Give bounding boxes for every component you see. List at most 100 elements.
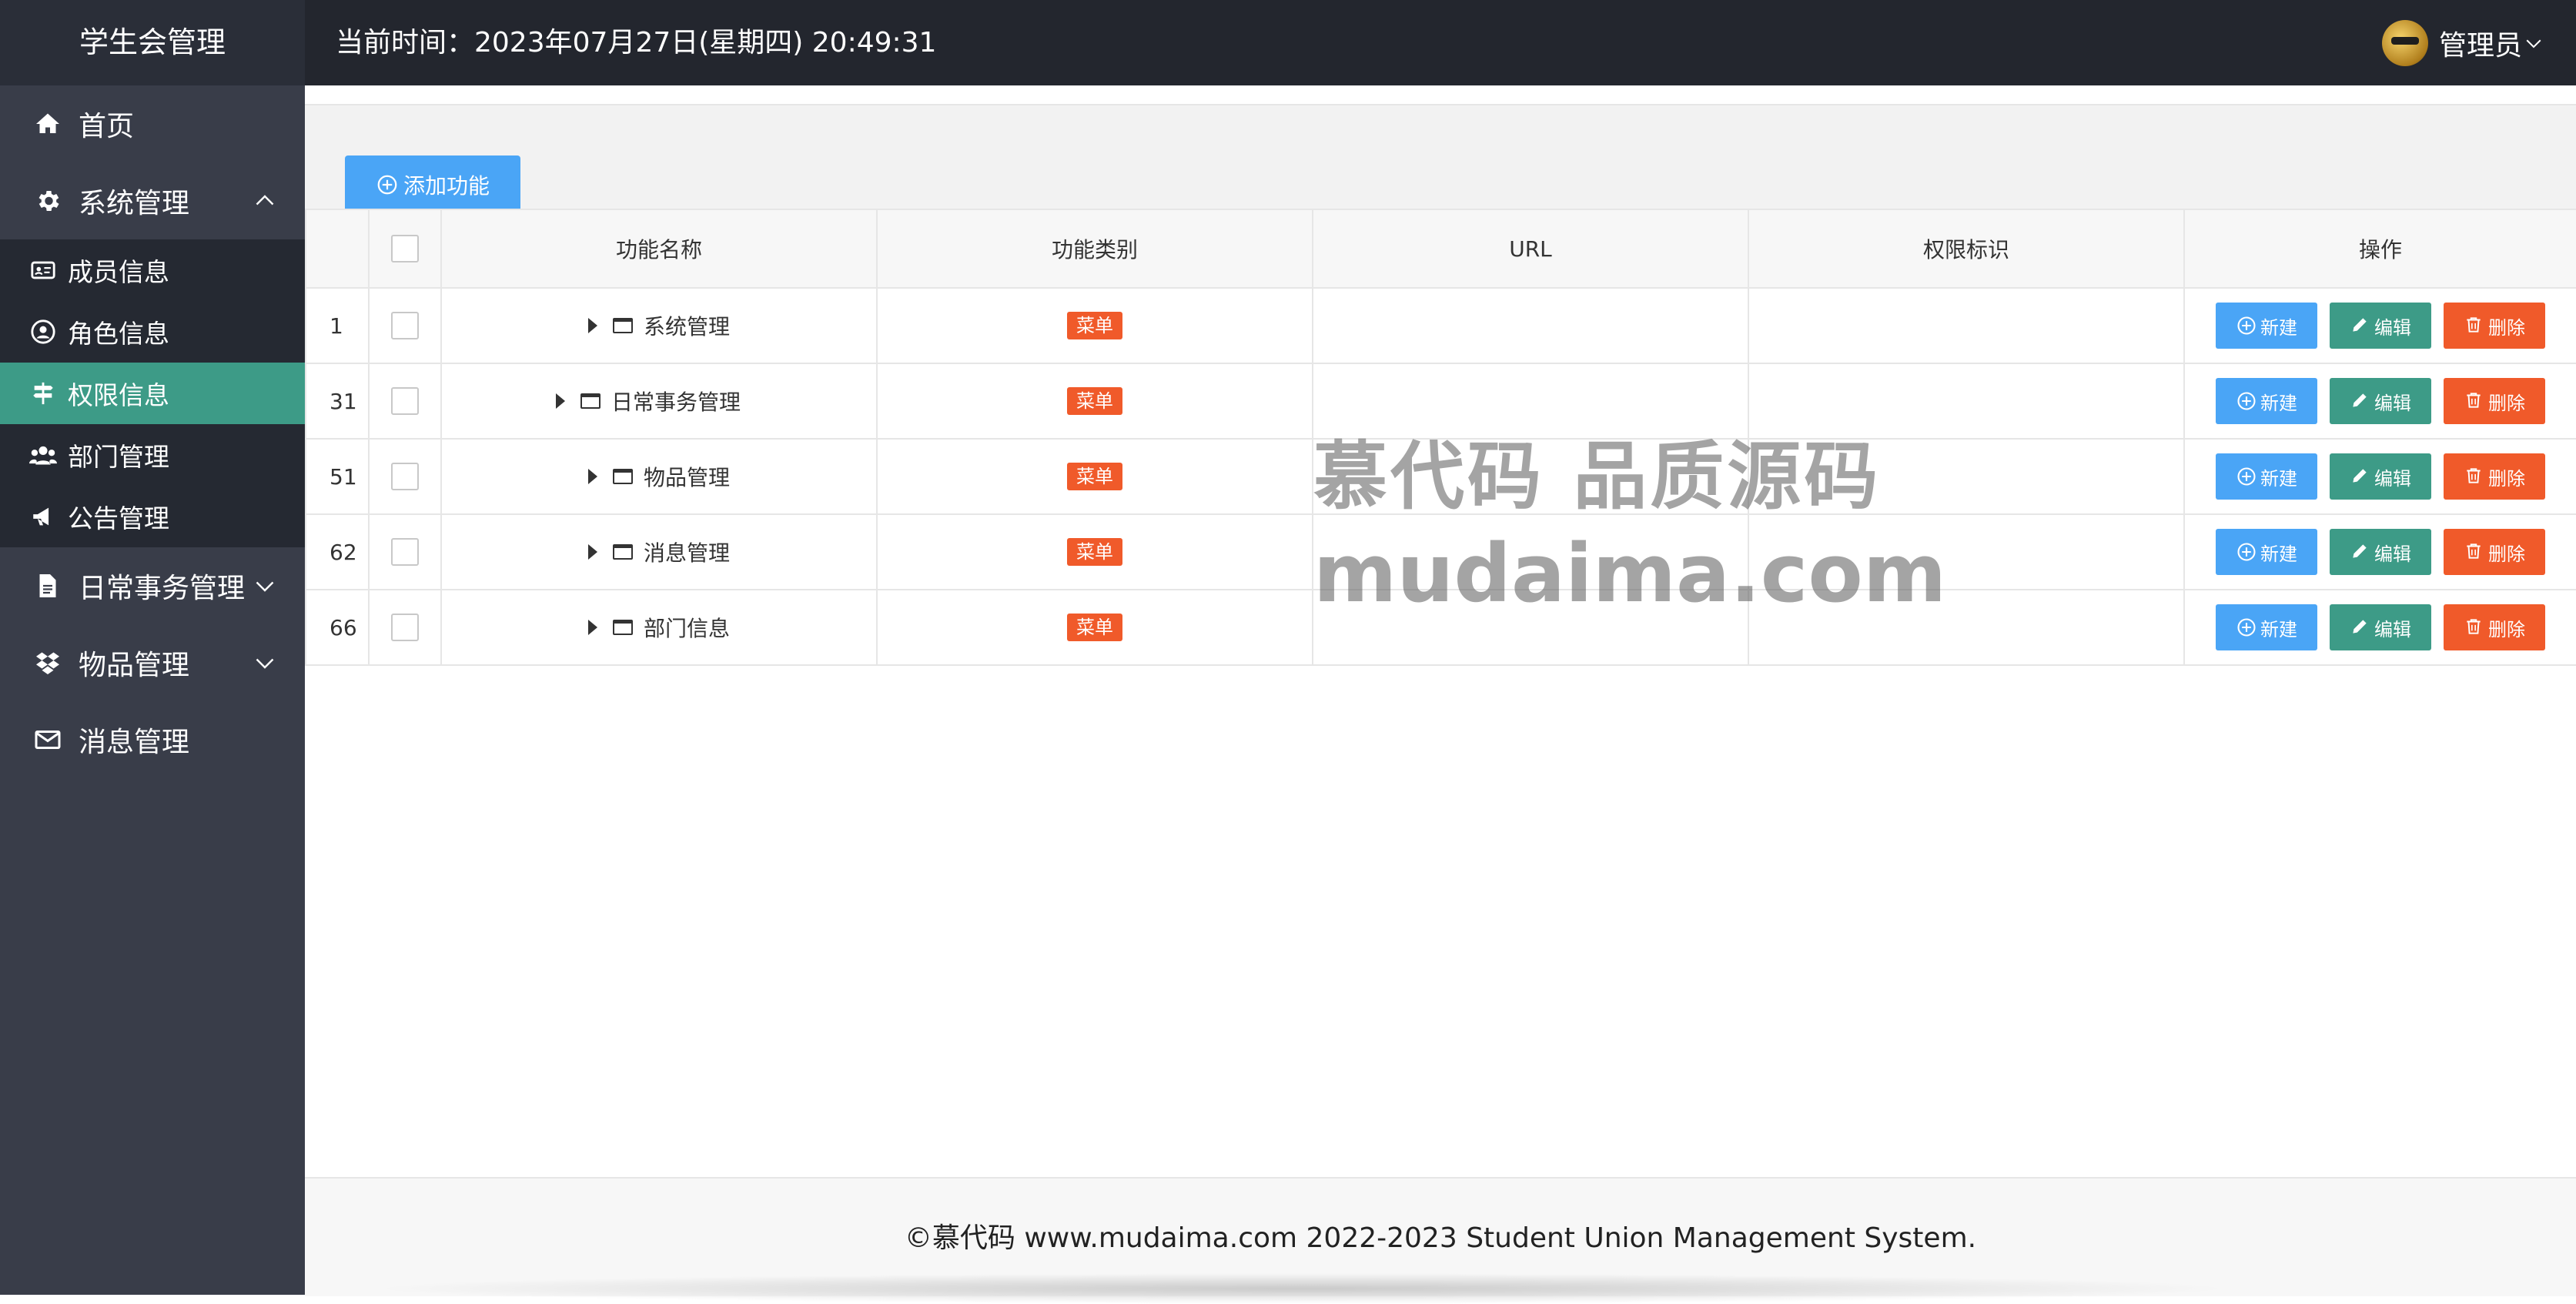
row-name: 日常事务管理	[611, 390, 741, 415]
delete-button[interactable]: 删除	[2444, 303, 2545, 349]
sidebar-item-home[interactable]: 首页	[0, 85, 305, 162]
footer-text: ©慕代码 www.mudaima.com 2022-2023 Student U…	[904, 1222, 1977, 1254]
row-checkbox[interactable]	[391, 463, 419, 490]
row-url	[1312, 287, 1749, 364]
row-name: 部门信息	[643, 616, 730, 641]
new-label: 新建	[2260, 618, 2297, 640]
caret-right-icon[interactable]	[587, 469, 597, 484]
row-name: 物品管理	[643, 465, 730, 490]
sidebar-item-label: 公告管理	[68, 503, 169, 533]
row-actions: 新建 编辑 删除	[2183, 513, 2576, 590]
caret-right-icon[interactable]	[587, 544, 597, 560]
trash-icon	[2464, 315, 2485, 336]
permissions-table: 功能名称 功能类别 URL 权限标识 操作 1 系统管理 菜单 新建 编辑 删除 31 日常事…	[305, 209, 2576, 666]
chevron-down-icon	[2526, 39, 2541, 48]
new-label: 新建	[2260, 316, 2297, 339]
sidebar-item-system[interactable]: 系统管理	[0, 162, 305, 239]
new-button[interactable]: 新建	[2216, 529, 2317, 575]
row-url	[1312, 589, 1749, 666]
row-name-cell: 部门信息	[440, 589, 878, 666]
type-badge: 菜单	[1067, 463, 1122, 490]
user-menu[interactable]: 管理员	[2381, 0, 2545, 85]
window-icon	[612, 620, 633, 635]
pencil-icon	[2350, 541, 2371, 563]
row-permission	[1748, 287, 2185, 364]
row-checkbox[interactable]	[391, 387, 419, 415]
type-badge: 菜单	[1067, 387, 1122, 415]
trash-icon	[2464, 390, 2485, 412]
row-url	[1312, 363, 1749, 440]
delete-label: 删除	[2488, 467, 2525, 490]
new-label: 新建	[2260, 467, 2297, 490]
app-brand: 学生会管理	[0, 0, 305, 85]
sidebar-submenu-system: 成员信息 角色信息 权限信息 部门管理 公告管理	[0, 239, 305, 547]
row-name-cell: 日常事务管理	[440, 363, 878, 440]
row-select-cell	[368, 287, 442, 364]
window-icon	[612, 544, 633, 560]
sidebar-item-label: 部门管理	[68, 442, 169, 472]
edit-button[interactable]: 编辑	[2330, 303, 2431, 349]
edit-label: 编辑	[2374, 316, 2411, 339]
row-type-cell: 菜单	[876, 438, 1313, 515]
edit-button[interactable]: 编辑	[2330, 529, 2431, 575]
chevron-down-icon	[256, 581, 274, 592]
plus-circle-icon	[376, 173, 399, 196]
row-name-cell: 物品管理	[440, 438, 878, 515]
type-badge: 菜单	[1067, 312, 1122, 339]
sidebar-item-permissions[interactable]: 权限信息	[0, 363, 305, 424]
delete-button[interactable]: 删除	[2444, 604, 2545, 650]
new-button[interactable]: 新建	[2216, 604, 2317, 650]
delete-button[interactable]: 删除	[2444, 453, 2545, 500]
window-icon	[580, 393, 601, 409]
row-name: 系统管理	[643, 314, 730, 339]
plus-circle-icon	[2236, 466, 2257, 487]
delete-button[interactable]: 删除	[2444, 529, 2545, 575]
edit-button[interactable]: 编辑	[2330, 378, 2431, 424]
row-actions: 新建 编辑 删除	[2183, 438, 2576, 515]
row-checkbox[interactable]	[391, 614, 419, 641]
new-button[interactable]: 新建	[2216, 453, 2317, 500]
new-button[interactable]: 新建	[2216, 303, 2317, 349]
sidebar-item-members[interactable]: 成员信息	[0, 239, 305, 301]
sidebar-item-messages[interactable]: 消息管理	[0, 701, 305, 778]
add-function-label: 添加功能	[403, 173, 490, 199]
trash-icon	[2464, 466, 2485, 487]
edit-label: 编辑	[2374, 392, 2411, 414]
row-name-cell: 系统管理	[440, 287, 878, 364]
envelope-icon	[31, 723, 65, 757]
sidebar-item-label: 权限信息	[68, 380, 169, 410]
top-header: 当前时间：2023年07月27日(星期四) 20:49:31 管理员	[305, 0, 2576, 85]
row-checkbox[interactable]	[391, 312, 419, 339]
users-icon	[28, 440, 59, 470]
row-permission	[1748, 513, 2185, 590]
caret-right-icon[interactable]	[587, 620, 597, 635]
row-select-cell	[368, 363, 442, 440]
sidebar-item-roles[interactable]: 角色信息	[0, 301, 305, 363]
sidebar-item-notices[interactable]: 公告管理	[0, 486, 305, 547]
select-all-checkbox[interactable]	[391, 235, 419, 262]
sidebar-item-label: 日常事务管理	[79, 573, 246, 604]
delete-button[interactable]: 删除	[2444, 378, 2545, 424]
plus-circle-icon	[2236, 617, 2257, 638]
sidebar-item-label: 系统管理	[79, 188, 190, 219]
caret-right-icon[interactable]	[587, 318, 597, 333]
pencil-icon	[2350, 315, 2371, 336]
pencil-icon	[2350, 466, 2371, 487]
sidebar-item-departments[interactable]: 部门管理	[0, 424, 305, 486]
sidebar-item-items[interactable]: 物品管理	[0, 624, 305, 701]
footer-shadow	[366, 1273, 2237, 1304]
add-function-button[interactable]: 添加功能	[345, 155, 520, 214]
sidebar-item-daily-affairs[interactable]: 日常事务管理	[0, 547, 305, 624]
column-header-name: 功能名称	[440, 209, 878, 289]
row-type-cell: 菜单	[876, 513, 1313, 590]
edit-button[interactable]: 编辑	[2330, 604, 2431, 650]
edit-button[interactable]: 编辑	[2330, 453, 2431, 500]
new-button[interactable]: 新建	[2216, 378, 2317, 424]
row-permission	[1748, 363, 2185, 440]
caret-right-icon[interactable]	[555, 393, 565, 409]
sidebar-item-label: 角色信息	[68, 319, 169, 349]
row-select-cell	[368, 438, 442, 515]
gear-icon	[31, 184, 65, 218]
row-checkbox[interactable]	[391, 538, 419, 566]
delete-label: 删除	[2488, 316, 2525, 339]
